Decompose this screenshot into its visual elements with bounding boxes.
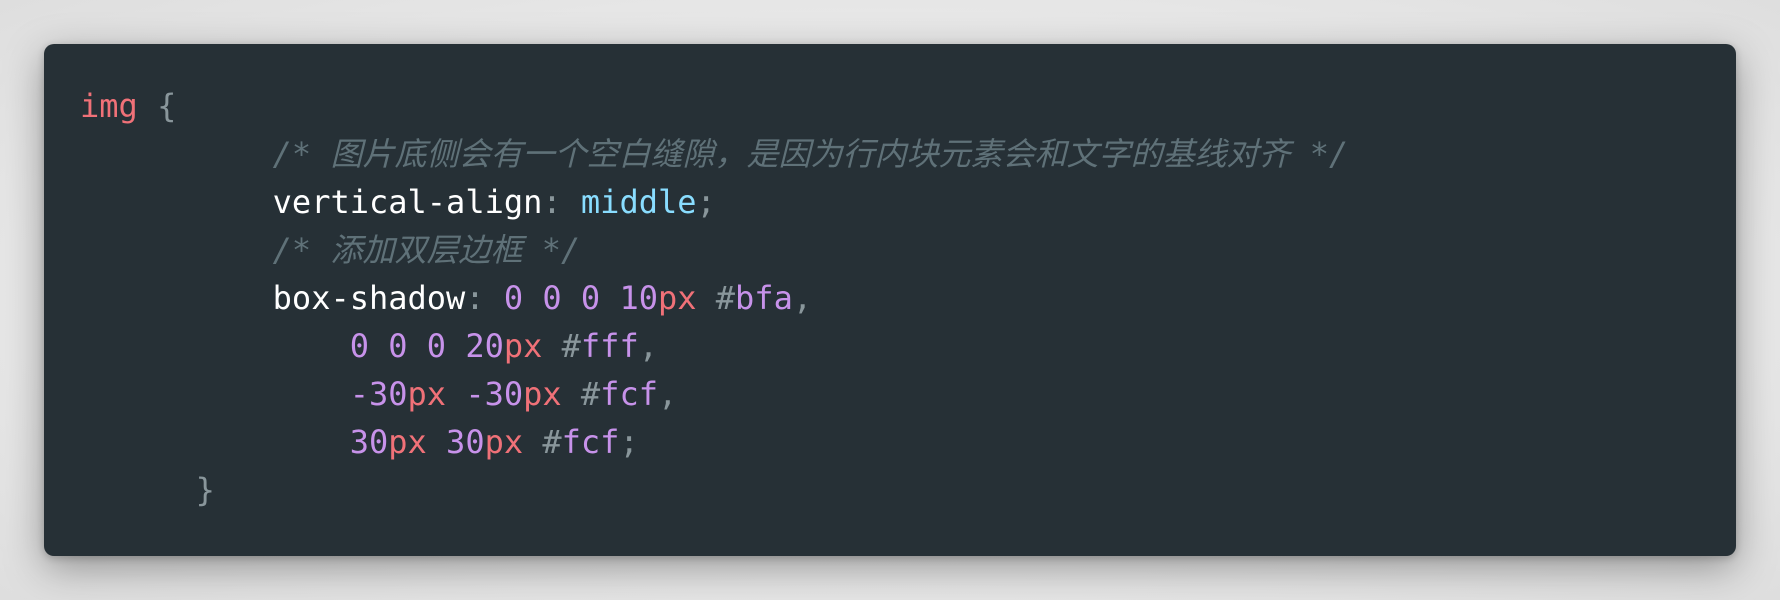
number-token: 10: [619, 279, 658, 317]
selector-token: img: [80, 87, 138, 125]
punctuation-token: ;: [696, 183, 716, 221]
unit-token: px: [484, 423, 524, 461]
code-line: vertical-align: middle;: [80, 178, 1348, 226]
code-line: /* 添加双层边框 */: [80, 226, 1348, 274]
hash-token: #: [580, 375, 601, 413]
code-line: 30px 30px #fcf;: [80, 418, 1348, 466]
code-line: img {: [80, 82, 1348, 130]
punctuation-token: ,: [638, 327, 658, 365]
number-token: 30: [349, 423, 389, 461]
unit-token: px: [657, 279, 697, 317]
code-comment: /* 添加双层边框 */: [272, 231, 581, 269]
code-comment: /* 图片底侧会有一个空白缝隙，是因为行内块元素会和文字的基线对齐 */: [272, 135, 1349, 173]
code-line: }: [80, 466, 1348, 514]
punctuation-token: :: [465, 279, 504, 317]
property-name: box-shadow: [272, 279, 466, 317]
number-token: 0: [580, 279, 601, 317]
property-name: vertical-align: [272, 183, 543, 221]
number-token: -30: [349, 375, 408, 413]
number-token: 0: [388, 327, 408, 365]
number-token: 0: [426, 327, 447, 365]
unit-token: px: [503, 327, 543, 365]
hex-color-token: fff: [580, 327, 639, 365]
hex-color-token: fcf: [561, 423, 620, 461]
number-token: 0: [542, 279, 562, 317]
code-line: -30px -30px #fcf,: [80, 370, 1348, 418]
hex-color-token: bfa: [735, 279, 793, 317]
code-block: img { /* 图片底侧会有一个空白缝隙，是因为行内块元素会和文字的基线对齐 …: [44, 44, 1736, 556]
number-token: 30: [446, 423, 485, 461]
unit-token: px: [388, 423, 427, 461]
unit-token: px: [523, 375, 562, 413]
punctuation-token: :: [542, 183, 581, 221]
hash-token: #: [561, 327, 581, 365]
hash-token: #: [542, 423, 562, 461]
number-token: 0: [349, 327, 369, 365]
code-line: /* 图片底侧会有一个空白缝隙，是因为行内块元素会和文字的基线对齐 */: [80, 130, 1349, 178]
code-line: 0 0 0 20px #fff,: [80, 322, 1348, 370]
code-text[interactable]: img { /* 图片底侧会有一个空白缝隙，是因为行内块元素会和文字的基线对齐 …: [80, 82, 1348, 514]
code-line: box-shadow: 0 0 0 10px #bfa,: [80, 274, 1348, 322]
unit-token: px: [407, 375, 447, 413]
hash-token: #: [715, 279, 736, 317]
hex-color-token: fcf: [600, 375, 658, 413]
number-token: -30: [465, 375, 524, 413]
number-token: 0: [503, 279, 524, 317]
property-value: middle: [580, 183, 697, 221]
punctuation-token: ,: [792, 279, 813, 317]
punctuation-token: {: [157, 87, 177, 125]
number-token: 20: [465, 327, 504, 365]
punctuation-token: ;: [619, 423, 639, 461]
punctuation-token: ,: [657, 375, 678, 413]
punctuation-token: }: [195, 471, 215, 509]
